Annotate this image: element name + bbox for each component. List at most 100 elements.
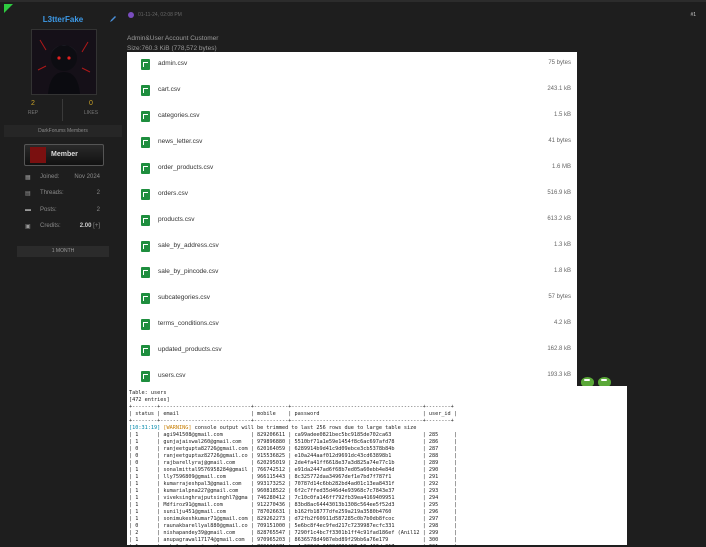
post-size: Size:760.3 KiB (778,572 bytes): [127, 45, 217, 52]
table-border: +--------+-----------------------------+…: [129, 418, 454, 424]
spreadsheet-icon: [141, 371, 150, 382]
credits-amount: 2.00: [79, 223, 92, 229]
posts-row: ▬ Posts: 2: [22, 205, 102, 217]
warning-line: [10:31:19] [WARNING] console output will…: [129, 425, 416, 432]
credits-icon: ▣: [25, 224, 31, 230]
table-row: | 0 | ranjeetgupta82726@gmail.com | 6201…: [129, 446, 457, 452]
threads-label: Threads:: [40, 190, 64, 196]
spreadsheet-icon: [141, 215, 150, 226]
table-row: | 1 | kumarialpna227@gmail.com | 9608185…: [129, 488, 457, 494]
table-header: | status | email | mobile | password | u…: [129, 411, 457, 417]
file-name: terms_conditions.csv: [158, 320, 219, 327]
rep-label: REP: [27, 110, 39, 116]
spreadsheet-icon: [141, 59, 150, 70]
warning-text: console output will be trimmed to last 2…: [191, 425, 417, 431]
file-size: 243.1 kB: [547, 86, 571, 92]
file-name: categories.csv: [158, 112, 200, 119]
file-name: sale_by_pincode.csv: [158, 268, 219, 275]
credits-add-link[interactable]: [+]: [93, 223, 100, 229]
joined-row: ▦ Joined: Nov 2024: [22, 172, 102, 184]
threads-row: ▤ Threads: 2: [22, 188, 102, 200]
file-name: cart.csv: [158, 86, 181, 93]
tenure-badge: 1 MONTH: [17, 246, 109, 257]
table-row: | 2 | nishapandey39@gmail.com | 82876554…: [129, 530, 457, 536]
file-size: 162.8 kB: [547, 346, 571, 352]
file-row[interactable]: order_products.csv 1.6 MB: [127, 156, 577, 182]
table-row: | 1 | anupagrawal17174@gmail.com | 97096…: [129, 537, 457, 543]
file-size: 57 bytes: [548, 294, 571, 300]
threads-icon: ▤: [25, 191, 31, 197]
file-row[interactable]: subcategories.csv 57 bytes: [127, 286, 577, 312]
file-name: users.csv: [158, 372, 186, 379]
file-size: 613.2 kB: [547, 216, 571, 222]
post-body: 01-11-24, 02:08 PM #1 Admin&User Account…: [124, 4, 702, 545]
post-date: 01-11-24, 02:08 PM: [138, 12, 182, 18]
post-title: Admin&User Account Customer: [127, 35, 219, 42]
file-size: 75 bytes: [548, 60, 571, 66]
file-name: admin.csv: [158, 60, 188, 67]
file-size: 1.6 MB: [551, 164, 571, 170]
joined-label: Joined:: [40, 174, 60, 180]
username[interactable]: L3tterFake: [4, 15, 122, 24]
file-row[interactable]: admin.csv 75 bytes: [127, 52, 577, 78]
table-row: | 1 | gunjajaiswal260@gmail.com | 979896…: [129, 439, 457, 445]
posts-value[interactable]: 2: [97, 207, 100, 213]
credits-value: 2.00 [+]: [80, 223, 100, 229]
edit-pen-icon[interactable]: [109, 15, 117, 23]
member-badge-label: Member: [51, 151, 78, 158]
file-name: subcategories.csv: [158, 294, 211, 301]
file-size: 4.2 kB: [553, 320, 571, 326]
spreadsheet-icon: [141, 319, 150, 330]
table-row: | 1 | rahulra*care@gmail.com | 709131371…: [129, 544, 457, 545]
warning-time: [10:31:19]: [129, 425, 161, 431]
file-row[interactable]: orders.csv 516.9 kB: [127, 182, 577, 208]
avatar[interactable]: [31, 29, 97, 95]
spreadsheet-icon: [141, 163, 150, 174]
file-row[interactable]: categories.csv 1.5 kB: [127, 104, 577, 130]
table-row: | 1 | kumarrajeshpal3@gmail.com | 993173…: [129, 481, 457, 487]
file-name: news_letter.csv: [158, 138, 203, 145]
threads-value[interactable]: 2: [97, 190, 100, 196]
file-name: updated_products.csv: [158, 346, 222, 353]
file-row[interactable]: sale_by_pincode.csv 1.8 kB: [127, 260, 577, 286]
likes-stat[interactable]: 0 LIKES: [71, 100, 111, 116]
posts-icon: ▬: [25, 207, 31, 213]
file-row[interactable]: news_letter.csv 41 bytes: [127, 130, 577, 156]
file-size: 193.3 kB: [547, 372, 571, 378]
posts-label: Posts:: [40, 207, 57, 213]
calendar-icon: ▦: [25, 175, 31, 181]
entries-line: [472 entries]: [129, 397, 170, 403]
spreadsheet-icon: [141, 189, 150, 200]
file-size: 516.9 kB: [547, 190, 571, 196]
rep-stat[interactable]: 2 REP: [13, 100, 53, 116]
likes-label: LIKES: [83, 110, 99, 116]
table-border: +--------+-----------------------------+…: [129, 404, 454, 410]
spreadsheet-icon: [141, 137, 150, 148]
file-row[interactable]: sale_by_address.csv 1.3 kB: [127, 234, 577, 260]
file-row[interactable]: terms_conditions.csv 4.2 kB: [127, 312, 577, 338]
credits-label: Credits:: [40, 223, 61, 229]
warning-tag: [WARNING]: [163, 425, 192, 431]
post-number-link[interactable]: #1: [690, 12, 696, 18]
file-row[interactable]: products.csv 613.2 kB: [127, 208, 577, 234]
spreadsheet-icon: [141, 345, 150, 356]
spreadsheet-icon: [141, 293, 150, 304]
table-row: | 1 | agi941508@gmail.com | 829206611 | …: [129, 432, 457, 438]
table-row: | 1 | sonimukeshkumar71@gmail.com | 8292…: [129, 516, 457, 522]
user-group: DarkForums Members: [4, 125, 122, 137]
file-row[interactable]: cart.csv 243.1 kB: [127, 78, 577, 104]
file-size: 1.5 kB: [553, 112, 571, 118]
table-row: | 1 | sonalmittal9576958284@gmail | 7667…: [129, 467, 457, 473]
avatar-image: [32, 30, 96, 94]
top-border: [0, 0, 706, 2]
rep-value: 2: [31, 100, 35, 107]
file-row[interactable]: updated_products.csv 162.8 kB: [127, 338, 577, 364]
likes-value: 0: [89, 100, 93, 107]
spreadsheet-icon: [141, 111, 150, 122]
terminal-output: Table: users [472 entries] +--------+---…: [127, 386, 627, 545]
file-size: 41 bytes: [548, 138, 571, 144]
spreadsheet-icon: [141, 85, 150, 96]
table-row: | 0 | rajbarellyraj@gmail.com | 62029501…: [129, 460, 457, 466]
spreadsheet-icon: [141, 267, 150, 278]
table-row: | 1 | viveksinghrajputsinghl7@gma | 7462…: [129, 495, 457, 501]
